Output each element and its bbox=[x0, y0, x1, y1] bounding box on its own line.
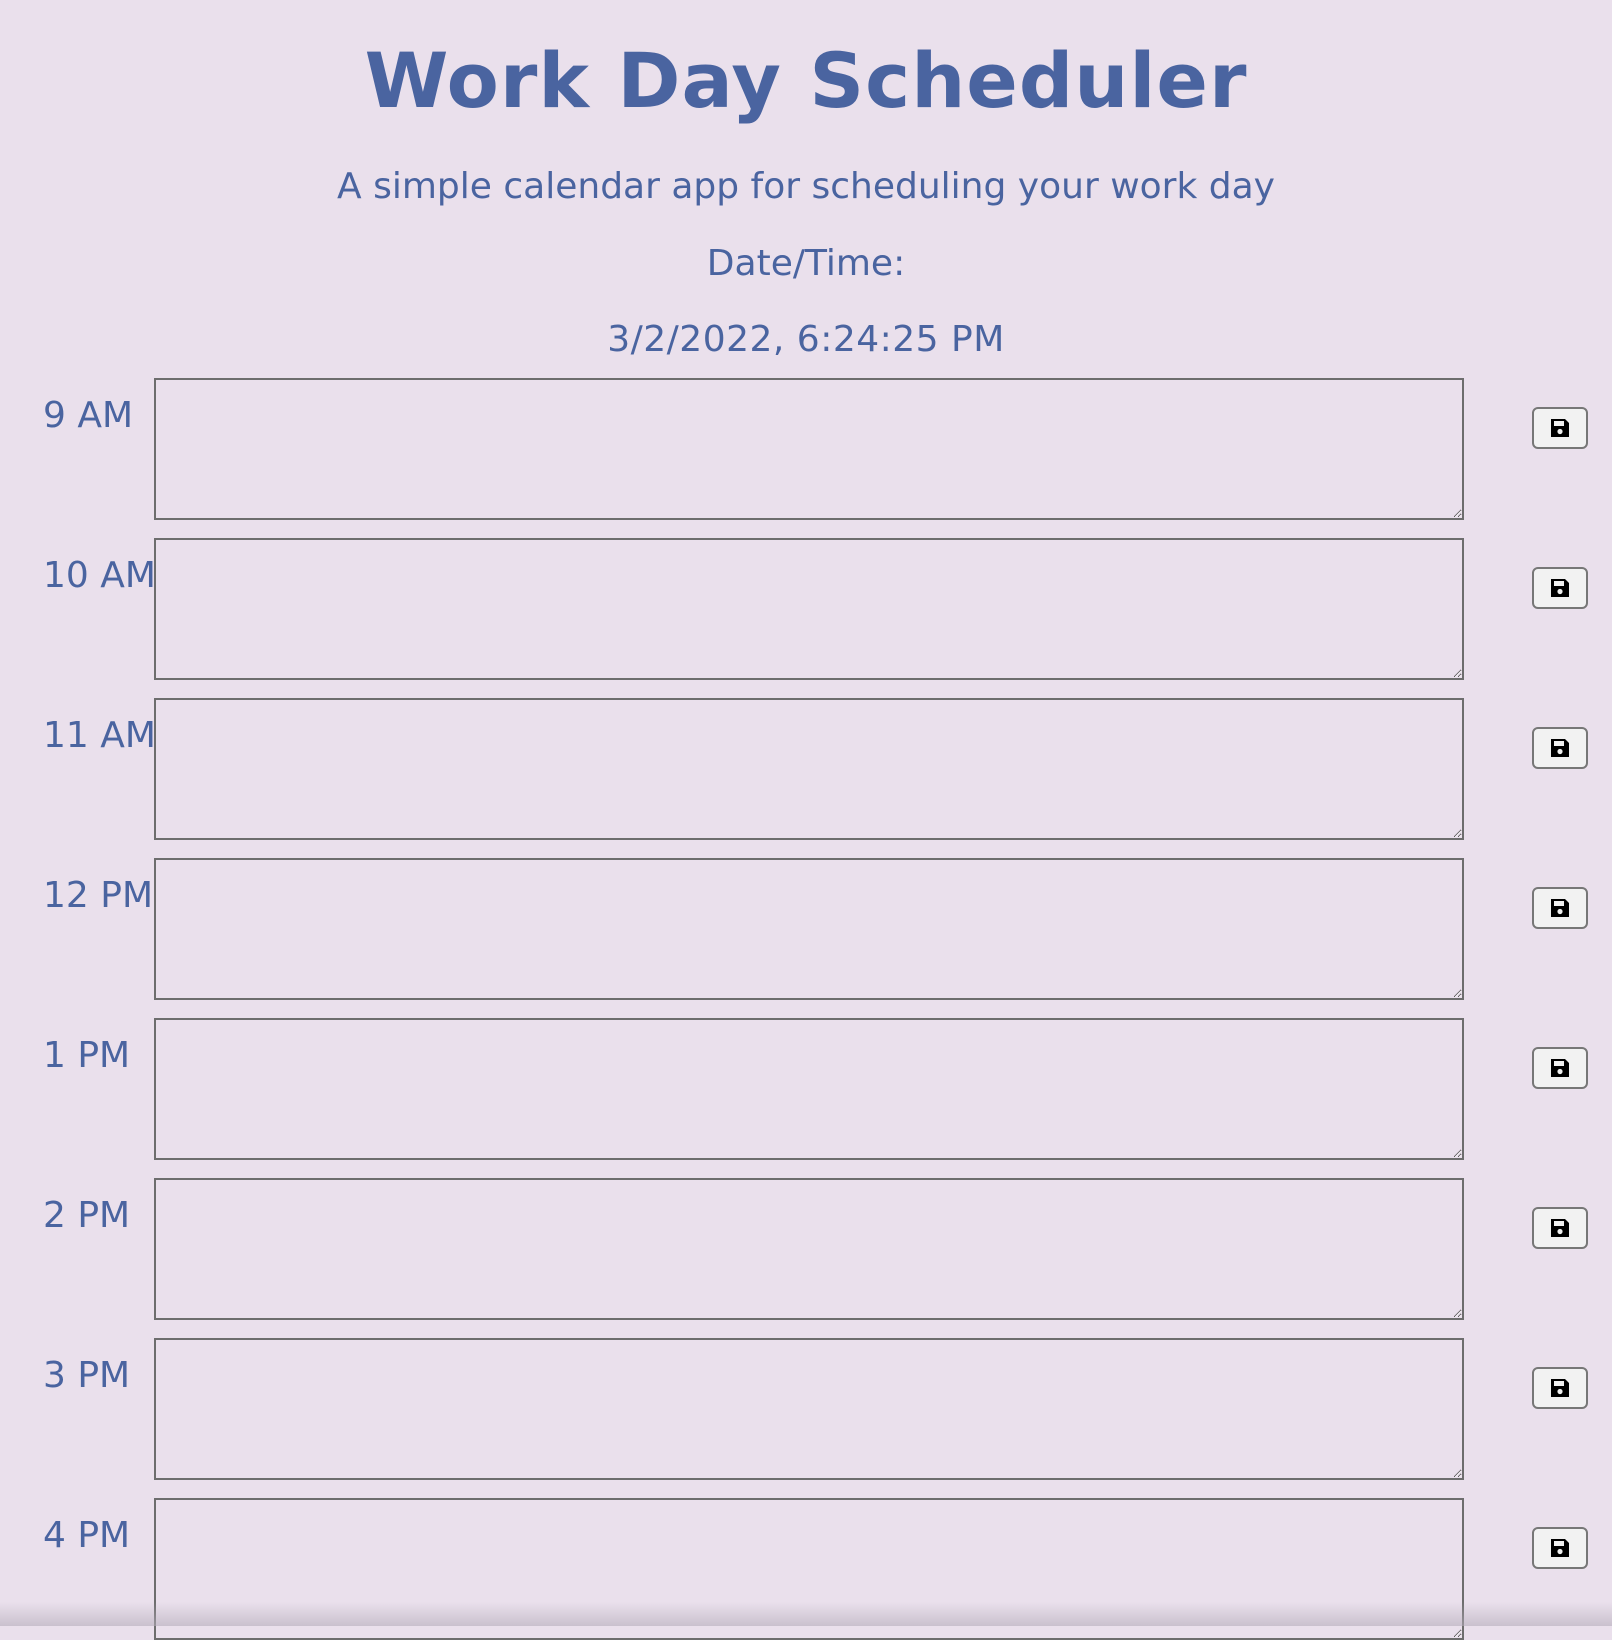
page-header: Work Day Scheduler A simple calendar app… bbox=[0, 0, 1612, 361]
hour-row-11am: 11 AM bbox=[0, 698, 1612, 840]
hour-input-3pm[interactable] bbox=[154, 1338, 1464, 1480]
hour-row-4pm: 4 PM bbox=[0, 1498, 1612, 1640]
hour-input-9am[interactable] bbox=[154, 378, 1464, 520]
hour-row-3pm: 3 PM bbox=[0, 1338, 1612, 1480]
save-icon bbox=[1551, 579, 1569, 597]
hour-row-1pm: 1 PM bbox=[0, 1018, 1612, 1160]
save-button-9am[interactable] bbox=[1532, 407, 1588, 449]
save-button-1pm[interactable] bbox=[1532, 1047, 1588, 1089]
hour-input-11am[interactable] bbox=[154, 698, 1464, 840]
hour-label: 11 AM bbox=[43, 715, 156, 756]
save-icon bbox=[1551, 1219, 1569, 1237]
save-button-4pm[interactable] bbox=[1532, 1527, 1588, 1569]
save-icon bbox=[1551, 1379, 1569, 1397]
hour-label: 4 PM bbox=[43, 1515, 131, 1556]
save-button-11am[interactable] bbox=[1532, 727, 1588, 769]
hour-input-12pm[interactable] bbox=[154, 858, 1464, 1000]
hour-input-1pm[interactable] bbox=[154, 1018, 1464, 1160]
hour-label: 2 PM bbox=[43, 1195, 131, 1236]
page-subtitle: A simple calendar app for scheduling you… bbox=[337, 166, 1275, 207]
hour-input-10am[interactable] bbox=[154, 538, 1464, 680]
save-icon bbox=[1551, 419, 1569, 437]
save-button-10am[interactable] bbox=[1532, 567, 1588, 609]
hour-label: 9 AM bbox=[43, 395, 134, 436]
datetime-value: 3/2/2022, 6:24:25 PM bbox=[607, 319, 1005, 360]
save-button-3pm[interactable] bbox=[1532, 1367, 1588, 1409]
hour-input-4pm[interactable] bbox=[154, 1498, 1464, 1640]
save-icon bbox=[1551, 1539, 1569, 1557]
hour-input-2pm[interactable] bbox=[154, 1178, 1464, 1320]
hour-row-10am: 10 AM bbox=[0, 538, 1612, 680]
save-icon bbox=[1551, 899, 1569, 917]
hour-label: 12 PM bbox=[43, 875, 154, 916]
save-button-2pm[interactable] bbox=[1532, 1207, 1588, 1249]
save-button-12pm[interactable] bbox=[1532, 887, 1588, 929]
page-title: Work Day Scheduler bbox=[364, 36, 1248, 125]
hour-row-9am: 9 AM bbox=[0, 378, 1612, 520]
hour-label: 1 PM bbox=[43, 1035, 131, 1076]
hour-label: 10 AM bbox=[43, 555, 156, 596]
hour-label: 3 PM bbox=[43, 1355, 131, 1396]
hour-row-2pm: 2 PM bbox=[0, 1178, 1612, 1320]
datetime-label: Date/Time: bbox=[706, 243, 906, 284]
save-icon bbox=[1551, 739, 1569, 757]
save-icon bbox=[1551, 1059, 1569, 1077]
hour-row-12pm: 12 PM bbox=[0, 858, 1612, 1000]
